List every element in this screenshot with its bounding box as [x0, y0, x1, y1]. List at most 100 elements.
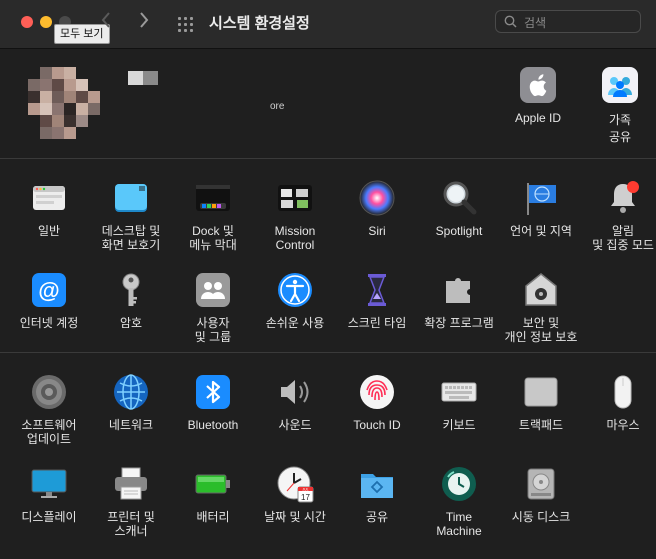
screen-time-label: 스크린 타임 [347, 316, 407, 330]
network-label: 네트워크 [108, 418, 154, 432]
search-input[interactable] [522, 13, 636, 32]
grid-dot [190, 23, 193, 26]
search-field[interactable] [495, 10, 641, 33]
mission-control-pane[interactable]: Mission Control [252, 179, 338, 252]
avatar-pixel [76, 67, 88, 79]
bluetooth-icon [194, 373, 232, 411]
date-time-pane[interactable]: JUL 17 날짜 및 시간 [252, 465, 338, 524]
software-update-label: 소프트웨어 업데이트 [21, 418, 77, 446]
users-groups-label: 사용자 및 그룹 [194, 316, 232, 344]
notifications-label: 알림 및 집중 모드 [592, 224, 654, 252]
avatar-pixel [76, 115, 88, 127]
language-region-pane[interactable]: 언어 및 지역 [498, 179, 584, 238]
avatar-pixel [52, 127, 64, 139]
account-name-redacted [128, 71, 158, 85]
spotlight-pane[interactable]: Spotlight [416, 179, 502, 238]
sharing-icon [358, 465, 396, 503]
apple-id-pane[interactable]: Apple ID [498, 67, 578, 125]
touch-id-pane[interactable]: Touch ID [334, 373, 420, 432]
avatar-pixel [64, 115, 76, 127]
sharing-pane[interactable]: 공유 [334, 465, 420, 524]
language-region-icon [522, 179, 560, 217]
desktop-screensaver-pane[interactable]: 데스크탑 및 화면 보호기 [88, 179, 174, 252]
avatar-pixel [88, 103, 100, 115]
grid-dot [184, 29, 187, 32]
keyboard-icon [440, 373, 478, 411]
avatar-pixel [64, 79, 76, 91]
bluetooth-pane[interactable]: Bluetooth [170, 373, 256, 432]
passwords-pane[interactable]: 암호 [88, 271, 174, 330]
avatar-pixel [88, 127, 100, 139]
desktop-screensaver-icon [112, 179, 150, 217]
siri-pane[interactable]: Siri [334, 179, 420, 238]
back-button[interactable] [101, 12, 111, 32]
spotlight-label: Spotlight [435, 224, 483, 238]
keyboard-pane[interactable]: 키보드 [416, 373, 502, 432]
account-section: ore Apple ID 가족 공유 [0, 49, 656, 159]
minimize-window-button[interactable] [40, 16, 52, 28]
dock-menubar-icon [194, 179, 232, 217]
general-pane[interactable]: 일반 [6, 179, 92, 238]
apple-id-icon [520, 67, 556, 103]
sound-icon [276, 373, 314, 411]
grid-dot [178, 23, 181, 26]
bluetooth-label: Bluetooth [187, 418, 239, 432]
time-machine-pane[interactable]: Time Machine [416, 465, 502, 538]
avatar[interactable] [28, 67, 100, 139]
notifications-pane[interactable]: 알림 및 집중 모드 [580, 179, 656, 252]
chevron-right-icon [140, 12, 149, 28]
family-sharing-icon [602, 67, 638, 103]
mouse-icon [604, 373, 642, 411]
software-update-pane[interactable]: 소프트웨어 업데이트 [6, 373, 92, 446]
security-privacy-pane[interactable]: 보안 및 개인 정보 보호 [498, 271, 584, 344]
mouse-label: 마우스 [606, 418, 640, 432]
accessibility-pane[interactable]: 손쉬운 사용 [252, 271, 338, 330]
sound-pane[interactable]: 사운드 [252, 373, 338, 432]
dock-menubar-pane[interactable]: Dock 및 메뉴 막대 [170, 179, 256, 252]
calendar-day: 17 [301, 493, 310, 502]
screen-time-icon [358, 271, 396, 309]
printers-scanners-icon [112, 465, 150, 503]
desktop-screensaver-label: 데스크탑 및 화면 보호기 [101, 224, 161, 252]
internet-accounts-pane[interactable]: @ 인터넷 계정 [6, 271, 92, 330]
mouse-pane[interactable]: 마우스 [580, 373, 656, 432]
avatar-pixel [40, 91, 52, 103]
notifications-icon [604, 179, 642, 217]
family-sharing-pane[interactable]: 가족 공유 [580, 67, 656, 145]
avatar-pixel [28, 127, 40, 139]
battery-pane[interactable]: 배터리 [170, 465, 256, 524]
displays-pane[interactable]: 디스플레이 [6, 465, 92, 524]
mission-control-label: Mission Control [274, 224, 316, 252]
accessibility-label: 손쉬운 사용 [265, 316, 325, 330]
grid-dot [178, 29, 181, 32]
grid-dot [190, 17, 193, 20]
displays-label: 디스플레이 [21, 510, 77, 524]
printers-scanners-label: 프린터 및 스캐너 [107, 510, 155, 538]
trackpad-pane[interactable]: 트랙패드 [498, 373, 584, 432]
users-groups-pane[interactable]: 사용자 및 그룹 [170, 271, 256, 344]
network-pane[interactable]: 네트워크 [88, 373, 174, 432]
extensions-pane[interactable]: 확장 프로그램 [416, 271, 502, 330]
avatar-pixel [28, 103, 40, 115]
printers-scanners-pane[interactable]: 프린터 및 스캐너 [88, 465, 174, 538]
general-label: 일반 [37, 224, 61, 238]
accessibility-icon [276, 271, 314, 309]
forward-button[interactable] [139, 12, 149, 32]
time-machine-label: Time Machine [436, 510, 482, 538]
passwords-label: 암호 [119, 316, 143, 330]
show-all-grid-button[interactable] [176, 15, 194, 33]
trackpad-icon [522, 373, 560, 411]
avatar-pixel [88, 79, 100, 91]
avatar-pixel [88, 91, 100, 103]
screen-time-pane[interactable]: 스크린 타임 [334, 271, 420, 330]
grid-dot [184, 23, 187, 26]
startup-disk-pane[interactable]: 시동 디스크 [498, 465, 584, 524]
close-window-button[interactable] [21, 16, 33, 28]
extensions-label: 확장 프로그램 [424, 316, 494, 330]
date-time-label: 날짜 및 시간 [264, 510, 326, 524]
avatar-pixel [40, 115, 52, 127]
avatar-pixel [76, 91, 88, 103]
avatar-pixel [52, 91, 64, 103]
chevron-left-icon [101, 12, 110, 28]
security-privacy-label: 보안 및 개인 정보 보호 [504, 316, 578, 344]
